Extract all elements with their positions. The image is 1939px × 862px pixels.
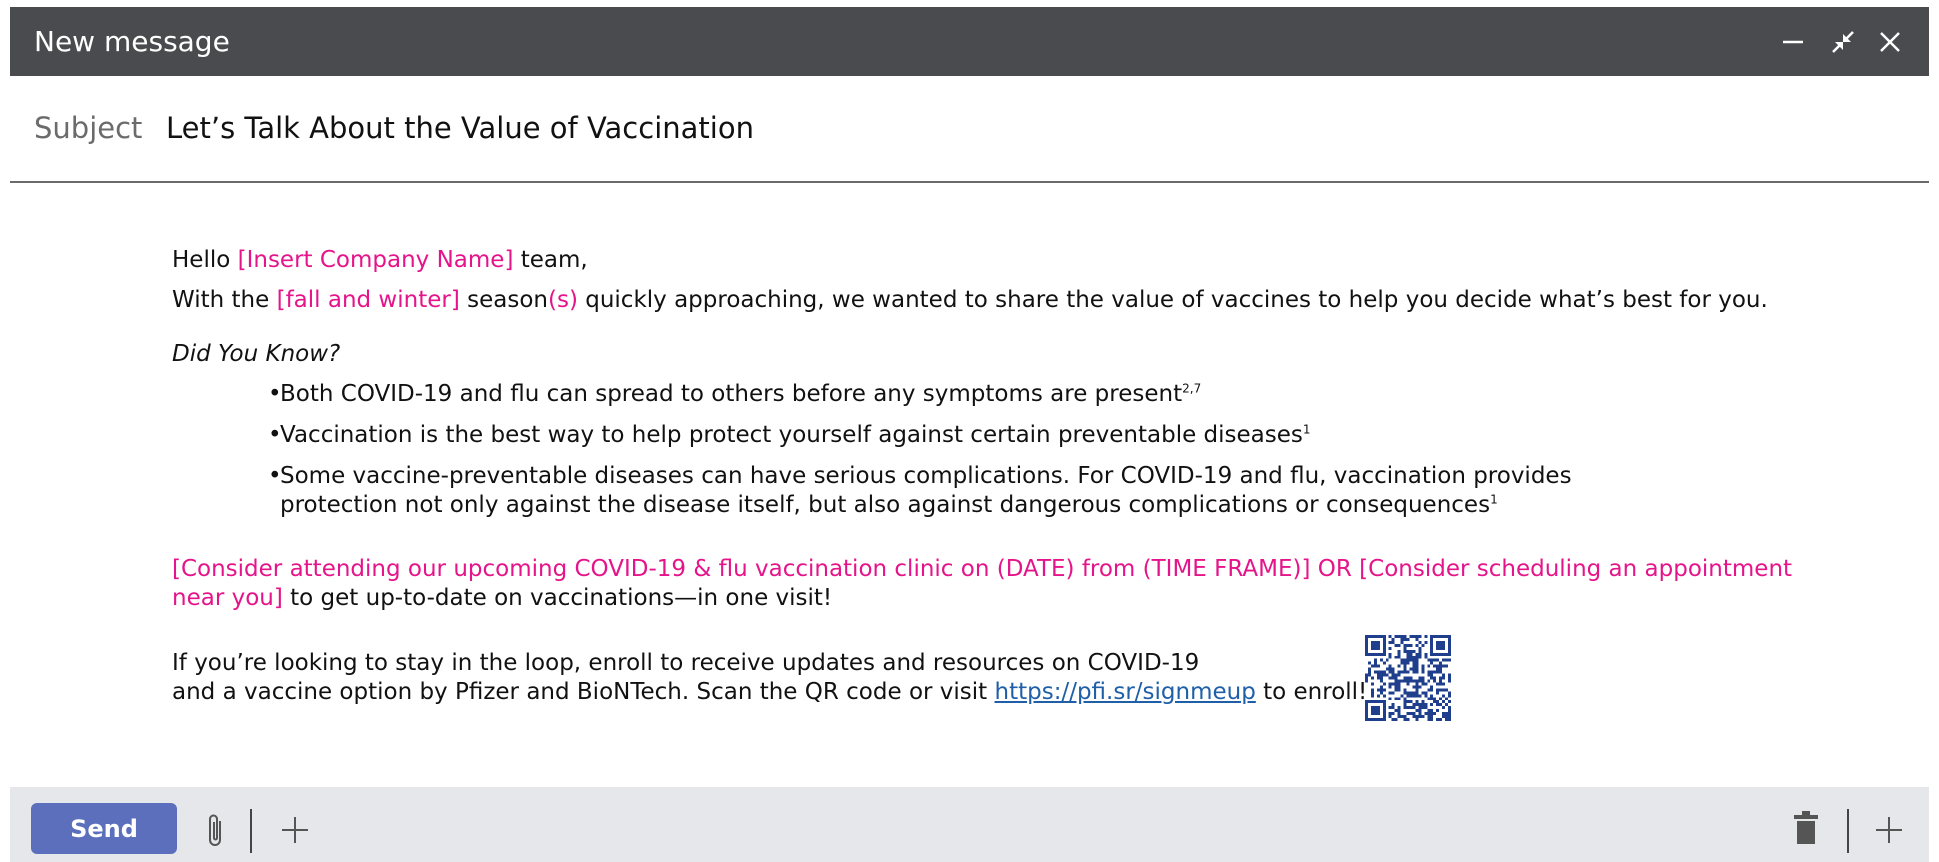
compose-window: New message Subject Let’s Talk About the… xyxy=(10,7,1929,862)
clinic-line2: near you] to get up-to-date on vaccinati… xyxy=(172,585,832,611)
greeting-line: Hello [Insert Company Name] team, xyxy=(172,247,588,273)
subject-label: Subject xyxy=(34,111,143,145)
message-body[interactable]: Hello [Insert Company Name] team, With t… xyxy=(10,183,1929,788)
footnote-ref: 2,7 xyxy=(1182,381,1202,396)
greeting-prefix: Hello xyxy=(172,247,238,273)
intro-prefix: With the xyxy=(172,287,277,313)
clinic-placeholder-line2: near you] xyxy=(172,585,283,611)
close-icon[interactable] xyxy=(1875,27,1905,57)
signup-link[interactable]: https://pfi.sr/signmeup xyxy=(995,679,1256,705)
enroll-suffix: to enroll! xyxy=(1255,679,1368,705)
enroll-line1: If you’re looking to stay in the loop, e… xyxy=(172,650,1200,676)
season-placeholder: [fall and winter] xyxy=(276,287,460,313)
greeting-suffix: team, xyxy=(513,247,588,273)
footnote-ref: 1 xyxy=(1302,422,1311,437)
send-button[interactable]: Send xyxy=(31,803,177,854)
clinic-placeholder-line1: [Consider attending our upcoming COVID-1… xyxy=(172,556,1793,582)
intro-line: With the [fall and winter] season(s) qui… xyxy=(172,287,1768,313)
plus-icon[interactable] xyxy=(280,815,310,845)
window-title: New message xyxy=(34,25,230,58)
subject-input[interactable]: Let’s Talk About the Value of Vaccinatio… xyxy=(166,76,754,180)
bullet-text: Vaccination is the best way to help prot… xyxy=(280,422,1311,448)
paperclip-icon[interactable] xyxy=(203,811,229,851)
bullet-text: Both COVID-19 and flu can spread to othe… xyxy=(280,381,1202,407)
toolbar-divider xyxy=(250,809,252,853)
intro-rest: quickly approaching, we wanted to share … xyxy=(577,287,1768,313)
bullet-text-line1: Some vaccine-preventable diseases can ha… xyxy=(280,463,1572,489)
minimize-icon[interactable] xyxy=(1778,27,1808,57)
clinic-rest: to get up-to-date on vaccinations—in one… xyxy=(282,585,833,611)
season-word: season xyxy=(459,287,548,313)
bullet-text-line2: protection not only against the disease … xyxy=(280,492,1498,518)
season-plural: (s) xyxy=(547,287,578,313)
company-placeholder: [Insert Company Name] xyxy=(237,247,514,273)
qr-code-icon xyxy=(1365,635,1451,721)
did-you-know-heading: Did You Know? xyxy=(172,341,341,367)
title-bar: New message xyxy=(10,7,1929,76)
collapse-icon[interactable] xyxy=(1828,27,1858,57)
enroll-line2: and a vaccine option by Pfizer and BioNT… xyxy=(172,679,1367,705)
subject-row: Subject Let’s Talk About the Value of Va… xyxy=(10,76,1929,183)
footnote-ref: 1 xyxy=(1490,492,1498,507)
compose-toolbar: Send xyxy=(10,787,1929,862)
toolbar-divider xyxy=(1847,809,1849,853)
enroll-prefix: and a vaccine option by Pfizer and BioNT… xyxy=(172,679,995,705)
plus-icon[interactable] xyxy=(1874,815,1904,845)
trash-icon[interactable] xyxy=(1792,810,1820,846)
